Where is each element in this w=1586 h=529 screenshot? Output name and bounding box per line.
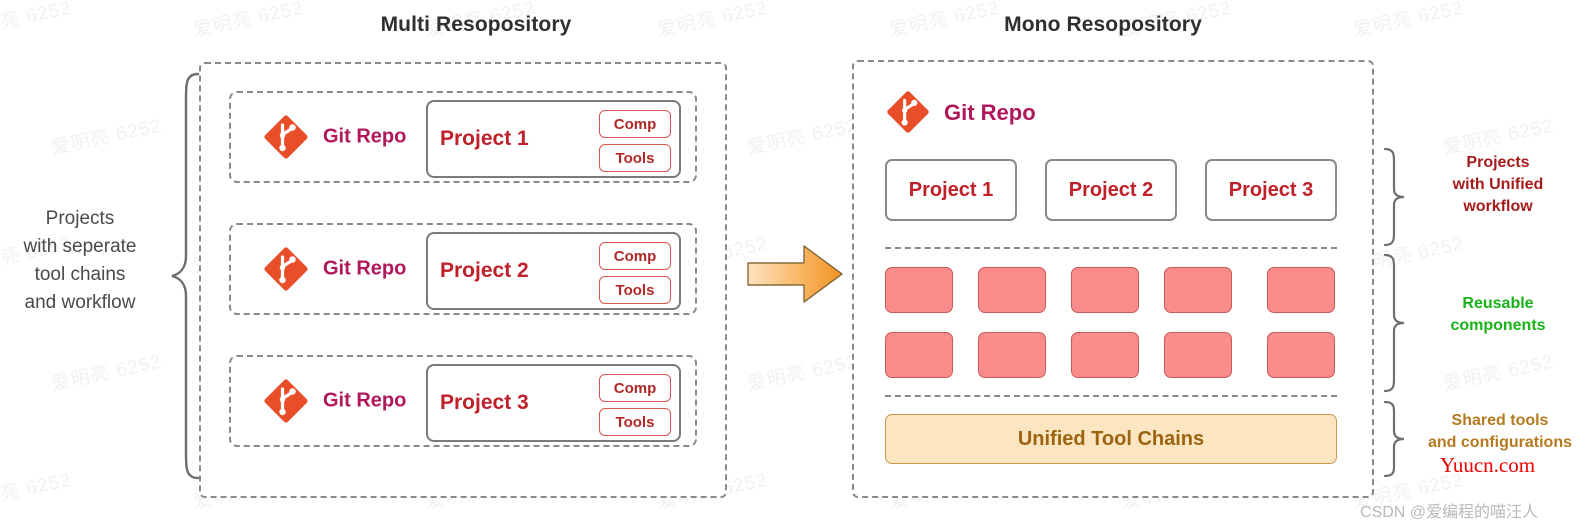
annotation-line: workflow — [1463, 198, 1533, 215]
site-watermark: Yuucn.com — [1440, 453, 1536, 477]
watermark-text: 爱明亮 6252 — [655, 0, 770, 42]
repo-row: Git Repo Project 2 Comp Tools — [229, 223, 697, 315]
annotation-shared-tools: Shared tools and configurations — [1414, 410, 1586, 454]
project-card[interactable]: Project 3 Comp Tools — [426, 364, 681, 442]
annotation-reusable-components: Reusable components — [1418, 293, 1578, 337]
caption-line: tool chains — [34, 264, 126, 285]
repo-row: Git Repo Project 1 Comp Tools — [229, 91, 697, 183]
mono-repository-title: Mono Resopository — [1004, 13, 1202, 36]
reusable-component-tile[interactable] — [978, 332, 1046, 378]
multi-repository-title: Multi Resopository — [380, 13, 572, 36]
section-divider — [885, 395, 1337, 397]
git-repo-label: Git Repo — [323, 389, 407, 412]
annotation-line: and configurations — [1428, 434, 1572, 451]
git-repo-label: Git Repo — [323, 257, 407, 280]
project-name: Project 3 — [440, 391, 529, 414]
annotation-line: Shared tools — [1451, 412, 1549, 429]
watermark-text: 爱明亮 6252 — [1441, 351, 1556, 396]
left-brace-icon — [171, 72, 200, 480]
reusable-component-tile[interactable] — [978, 267, 1046, 313]
git-logo-icon — [264, 115, 308, 159]
watermark-text: 爱明亮 6252 — [49, 351, 164, 396]
section-divider — [885, 247, 1337, 249]
reusable-component-tile[interactable] — [1164, 267, 1232, 313]
project-name: Project 1 — [440, 127, 529, 150]
right-arrow-icon — [747, 245, 843, 303]
multi-repository-caption: Projects with seperate tool chains and w… — [4, 205, 156, 317]
tools-tag[interactable]: Tools — [599, 276, 671, 304]
watermark-text: 爱明亮 6252 — [745, 115, 860, 160]
reusable-component-tile[interactable] — [885, 332, 953, 378]
watermark-text: 爱明亮 6252 — [0, 0, 74, 42]
reusable-component-tile[interactable] — [1267, 267, 1335, 313]
git-logo-icon — [264, 247, 308, 291]
caption-line: and workflow — [24, 292, 136, 313]
watermark-text: 爱明亮 6252 — [1351, 0, 1466, 42]
annotation-projects-unified-workflow: Projects with Unified workflow — [1418, 152, 1578, 218]
git-logo-icon — [887, 91, 929, 133]
comp-tag[interactable]: Comp — [599, 374, 671, 402]
reusable-component-tile[interactable] — [1164, 332, 1232, 378]
git-repo-label: Git Repo — [944, 100, 1036, 125]
annotation-line: Reusable — [1462, 295, 1534, 312]
tools-tag[interactable]: Tools — [599, 408, 671, 436]
annotation-line: with Unified — [1452, 176, 1544, 193]
comp-tag[interactable]: Comp — [599, 242, 671, 270]
caption-line: with seperate — [23, 236, 137, 257]
shared-tools-brace-icon — [1383, 400, 1405, 478]
author-credit-watermark: CSDN @爱编程的喵汪人 — [1360, 504, 1539, 521]
watermark-text: 爱明亮 6252 — [745, 351, 860, 396]
mono-project-card[interactable]: Project 1 — [885, 159, 1017, 221]
watermark-text: 爱明亮 6252 — [0, 469, 74, 514]
project-card[interactable]: Project 2 Comp Tools — [426, 232, 681, 310]
components-brace-icon — [1383, 253, 1405, 393]
mono-repository-container: Git Repo Project 1 Project 2 Project 3 U… — [852, 60, 1374, 498]
git-logo-icon — [264, 379, 308, 423]
reusable-component-tile[interactable] — [1267, 332, 1335, 378]
reusable-component-tile[interactable] — [1071, 332, 1139, 378]
repo-row: Git Repo Project 3 Comp Tools — [229, 355, 697, 447]
watermark-text: 爱明亮 6252 — [49, 115, 164, 160]
multi-repository-container: Git Repo Project 1 Comp Tools Git Repo P… — [199, 62, 727, 498]
unified-tool-chains-bar[interactable]: Unified Tool Chains — [885, 414, 1337, 464]
reusable-component-tile[interactable] — [885, 267, 953, 313]
projects-brace-icon — [1383, 147, 1405, 247]
annotation-line: components — [1450, 317, 1546, 334]
mono-project-card[interactable]: Project 2 — [1045, 159, 1177, 221]
project-name: Project 2 — [440, 259, 529, 282]
git-repo-label: Git Repo — [323, 125, 407, 148]
mono-project-card[interactable]: Project 3 — [1205, 159, 1337, 221]
annotation-line: Projects — [1466, 154, 1530, 171]
caption-line: Projects — [45, 208, 115, 229]
project-card[interactable]: Project 1 Comp Tools — [426, 100, 681, 178]
comp-tag[interactable]: Comp — [599, 110, 671, 138]
tools-tag[interactable]: Tools — [599, 144, 671, 172]
reusable-component-tile[interactable] — [1071, 267, 1139, 313]
